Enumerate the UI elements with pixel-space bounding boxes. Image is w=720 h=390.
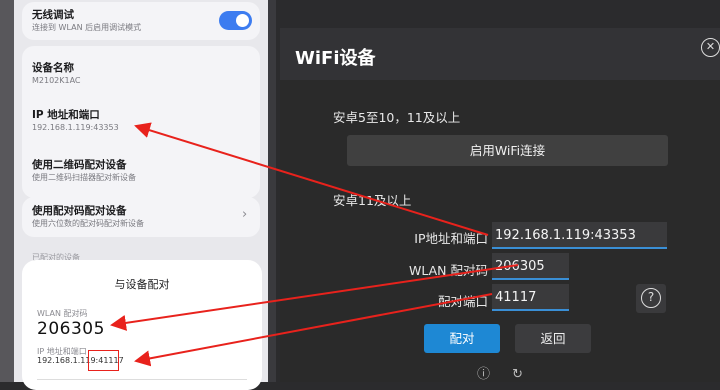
phone-settings-panel: 无线调试 连接到 WLAN 后启用调试模式 设备名称 M2102K1AC IP … — [0, 0, 276, 390]
enable-wifi-button[interactable]: 启用WiFi连接 — [347, 135, 668, 166]
ip-port-input[interactable]: 192.168.1.119:43353 — [492, 222, 667, 249]
bottom-icons: ⓘ ↻ — [477, 363, 523, 382]
port-highlight-box — [88, 350, 119, 371]
device-name-row: 设备名称 M2102K1AC — [32, 61, 252, 87]
ip-port-row: IP 地址和端口 192.168.1.119:43353 — [32, 108, 252, 134]
pair-code-label: WLAN 配对码 — [37, 309, 88, 318]
qr-pair-sub: 使用二维码扫描器配对新设备 — [32, 173, 136, 182]
code-pair-title: 使用配对码配对设备 — [32, 205, 127, 217]
pair-port-label: 配对端口 — [437, 294, 488, 309]
device-name-value: M2102K1AC — [32, 76, 81, 85]
pair-button[interactable]: 配对 — [424, 324, 500, 353]
wireless-debug-toggle[interactable] — [219, 11, 252, 30]
wlan-code-label: WLAN 配对码 — [409, 263, 488, 278]
back-button[interactable]: 返回 — [515, 324, 591, 353]
question-icon: ? — [641, 288, 661, 308]
wlan-code-input[interactable]: 206305 — [492, 253, 569, 280]
section-android-5-10: 安卓5至10，11及以上 — [333, 110, 461, 125]
pair-dialog-sheet: 与设备配对 WLAN 配对码 206305 IP 地址和端口 192.168.1… — [22, 260, 262, 390]
ip-port-title: IP 地址和端口 — [32, 109, 100, 121]
sheet-divider — [37, 379, 247, 385]
ip-port-label: IP地址和端口 — [414, 231, 488, 246]
qr-pair-row[interactable]: 使用二维码配对设备 使用二维码扫描器配对新设备 — [32, 158, 252, 184]
pair-sheet-title: 与设备配对 — [114, 278, 170, 291]
pair-port-input[interactable]: 41117 — [492, 284, 569, 311]
help-button[interactable]: ? — [636, 284, 666, 313]
close-icon[interactable]: ✕ — [701, 38, 720, 57]
qr-pair-title: 使用二维码配对设备 — [32, 159, 127, 171]
toggle-knob — [236, 14, 249, 27]
code-pair-row[interactable]: 使用配对码配对设备 使用六位数的配对码配对新设备 — [32, 204, 252, 230]
pair-code-value: 206305 — [37, 319, 105, 339]
screen-edge — [0, 0, 14, 382]
chevron-right-icon: › — [242, 207, 248, 222]
device-name-title: 设备名称 — [32, 62, 74, 74]
refresh-icon[interactable]: ↻ — [512, 367, 523, 382]
code-pair-sub: 使用六位数的配对码配对新设备 — [32, 219, 144, 228]
dialog-title: WiFi设备 — [295, 48, 376, 69]
section-android-11: 安卓11及以上 — [333, 193, 412, 208]
wifi-device-dialog: WiFi设备 ✕ 安卓5至10，11及以上 启用WiFi连接 安卓11及以上 I… — [280, 28, 720, 382]
help-circle-icon[interactable]: ⓘ — [477, 367, 490, 382]
ip-port-value: 192.168.1.119:43353 — [32, 123, 119, 132]
